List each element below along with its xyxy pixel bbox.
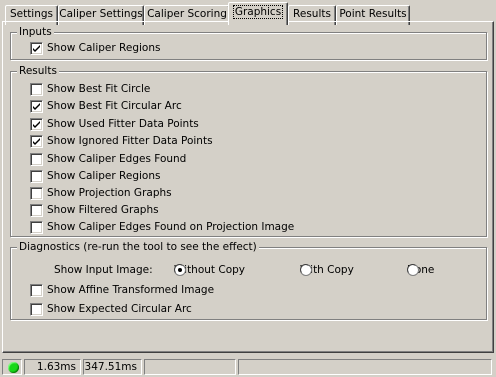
checkbox-unchecked-icon	[30, 153, 43, 166]
show-input-image-text: Show Input Image:	[54, 264, 153, 276]
checkbox-unchecked-icon	[30, 284, 43, 297]
checkbox-label: Show Projection Graphs	[47, 187, 172, 199]
checkbox-label: Show Caliper Regions	[47, 42, 161, 54]
checkbox-label: Show Caliper Edges Found	[47, 153, 187, 165]
status-indicator-cell	[2, 359, 22, 375]
checkbox-label: Show Best Fit Circular Arc	[47, 100, 182, 112]
tab-label: Point Results	[339, 8, 407, 20]
radio-with-copy[interactable]: With Copy	[300, 264, 380, 278]
tab-label: Settings	[9, 8, 54, 20]
status-time-2: 347.51ms	[83, 359, 142, 375]
checkbox-checked-icon	[30, 42, 43, 55]
radio-unselected-icon	[300, 264, 312, 276]
tab-label: Graphics	[232, 5, 284, 19]
graphics-tab-panel: Inputs Show Caliper Regions Results Show…	[2, 21, 494, 353]
status-time-1: 1.63ms	[24, 359, 81, 375]
status-time-2-text: 347.51ms	[84, 361, 137, 373]
tab-graphics[interactable]: Graphics	[228, 2, 288, 25]
radio-without-copy[interactable]: Without Copy	[174, 264, 284, 278]
checkbox-label: Show Affine Transformed Image	[47, 284, 215, 296]
checkbox-unchecked-icon	[30, 83, 43, 96]
checkbox-unchecked-icon	[30, 221, 43, 234]
checkbox-unchecked-icon	[30, 204, 43, 217]
diagnostics-group-title: Diagnostics (re-run the tool to see the …	[17, 240, 259, 254]
checkbox-label: Show Ignored Fitter Data Points	[47, 135, 213, 147]
status-led-icon	[8, 362, 19, 373]
checkbox-checked-icon	[30, 100, 43, 113]
diagnostics-group: Diagnostics (re-run the tool to see the …	[10, 240, 487, 320]
checkbox-label: Show Filtered Graphs	[47, 204, 159, 216]
radio-selected-icon	[174, 264, 186, 276]
inputs-group-title: Inputs	[17, 25, 54, 39]
radio-unselected-icon	[407, 264, 419, 276]
inputs-group: Inputs Show Caliper Regions	[10, 25, 487, 60]
checkbox-checked-icon	[30, 118, 43, 131]
show-input-image-label: Show Input Image:	[54, 264, 153, 278]
checkbox-checked-icon	[30, 135, 43, 148]
status-time-1-text: 1.63ms	[36, 361, 76, 373]
checkbox-label: Show Expected Circular Arc	[47, 303, 192, 315]
results-group: Results Show Best Fit Circle Show Best F…	[10, 64, 487, 237]
status-bar: 1.63ms 347.51ms	[0, 357, 496, 377]
tab-label: Results	[293, 8, 331, 20]
checkbox-label: Show Used Fitter Data Points	[47, 118, 199, 130]
checkbox-unchecked-icon	[30, 187, 43, 200]
radio-none[interactable]: None	[407, 264, 467, 278]
status-cell-empty-1	[144, 359, 236, 375]
checkbox-label: Show Caliper Regions	[47, 170, 161, 182]
tab-label: Caliper Settings	[59, 8, 143, 20]
checkbox-unchecked-icon	[30, 303, 43, 316]
checkbox-unchecked-icon	[30, 170, 43, 183]
checkbox-label: Show Best Fit Circle	[47, 83, 151, 95]
results-group-title: Results	[17, 64, 59, 78]
checkbox-label: Show Caliper Edges Found on Projection I…	[47, 221, 295, 233]
tab-label: Caliper Scoring	[147, 8, 227, 20]
status-cell-empty-2	[238, 359, 492, 375]
